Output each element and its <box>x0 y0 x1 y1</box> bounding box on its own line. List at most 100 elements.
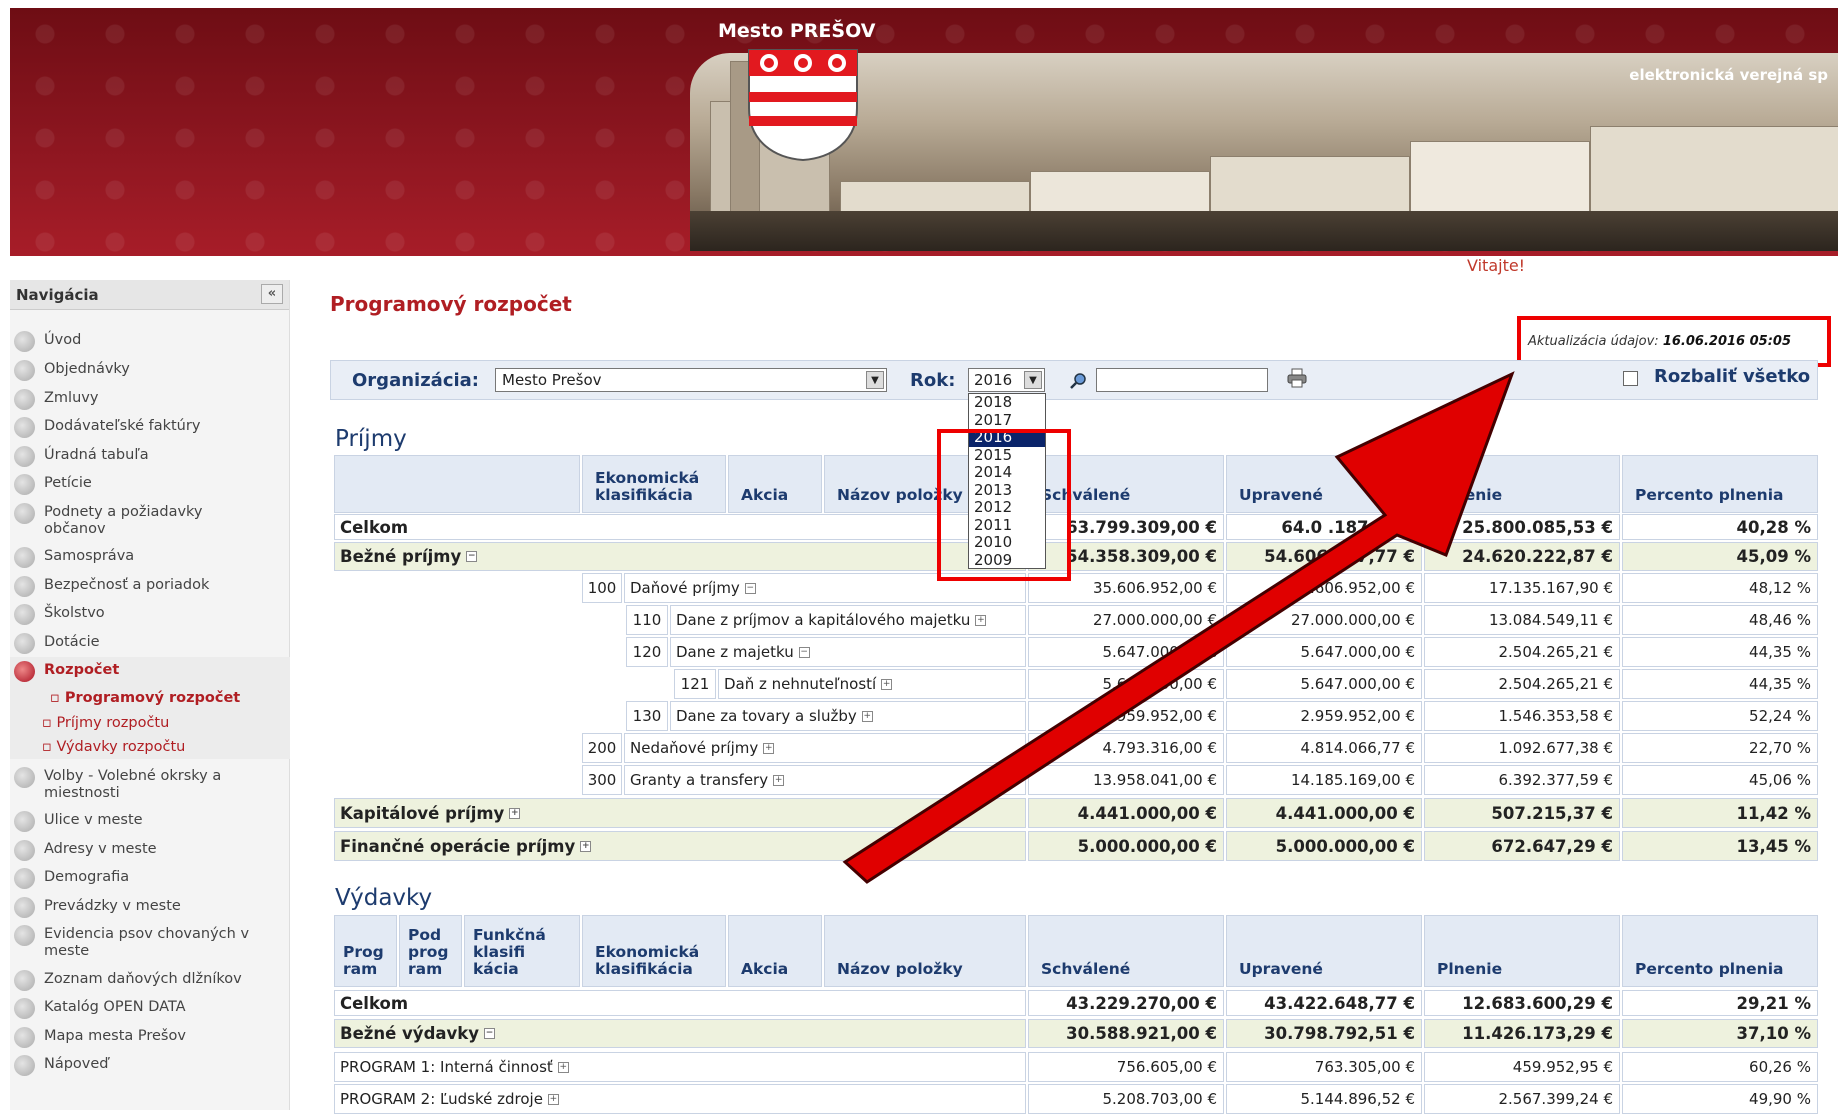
nav-heading: Navigácia « <box>10 280 289 310</box>
expand-icon[interactable]: + <box>773 774 785 786</box>
nav-item-rozpocet[interactable]: Rozpočet <box>14 661 119 682</box>
nav-item-danovi-dlznici[interactable]: Zoznam daňových dlžníkov <box>14 970 242 991</box>
nav-item-open-data[interactable]: Katalóg OPEN DATA <box>14 998 186 1019</box>
row-name: Granty a transfery <box>630 771 769 789</box>
row-name: Bežné príjmy <box>340 547 462 566</box>
bullet-icon <box>14 840 35 861</box>
expand-icon[interactable]: + <box>975 614 987 626</box>
search-icon[interactable] <box>1069 372 1087 390</box>
nav-item-dotacie[interactable]: Dotácie <box>14 633 100 654</box>
expand-icon[interactable]: + <box>509 807 521 819</box>
nav-label: Katalóg OPEN DATA <box>44 999 186 1015</box>
search-input[interactable] <box>1096 368 1268 392</box>
income-row-label[interactable]: Granty a transfery + <box>624 765 1026 795</box>
exp-row-label[interactable]: Bežné výdavky − <box>334 1019 1026 1048</box>
nav-item-skolstvo[interactable]: Školstvo <box>14 604 105 625</box>
nav-item-demografia[interactable]: Demografia <box>14 868 130 889</box>
income-row-label[interactable]: Dane z príjmov a kapitálového majetku + <box>670 605 1026 635</box>
exp-row-label[interactable]: PROGRAM 1: Interná činnosť + <box>334 1052 1026 1082</box>
income-header-akcia: Akcia <box>728 455 822 513</box>
income-percento: 45,09 % <box>1622 542 1818 571</box>
income-row-label[interactable]: Finančné operácie príjmy + <box>334 831 1026 861</box>
page-title: Programový rozpočet <box>330 292 572 316</box>
bullet-icon <box>14 897 35 918</box>
expand-all-checkbox[interactable] <box>1623 371 1638 386</box>
bullet-icon <box>14 1055 35 1076</box>
nav-item-samosprava[interactable]: Samospráva <box>14 547 134 568</box>
portal-tagline: elektronická verejná sp <box>1629 66 1828 84</box>
exp-plnenie: 459.952,95 € <box>1424 1052 1620 1082</box>
income-row-label[interactable]: Dane za tovary a služby + <box>670 701 1026 731</box>
nav-item-mapa[interactable]: Mapa mesta Prešov <box>14 1027 186 1048</box>
nav-item-uvod[interactable]: Úvod <box>14 331 81 352</box>
expand-icon[interactable]: + <box>557 1061 569 1073</box>
expand-icon[interactable]: + <box>881 678 893 690</box>
nav-item-ulice[interactable]: Ulice v meste <box>14 811 143 832</box>
nav-label: Demografia <box>44 869 130 885</box>
expand-icon[interactable]: + <box>763 742 775 754</box>
row-name: Daňové príjmy <box>630 579 740 597</box>
collapse-icon[interactable]: − <box>798 646 810 658</box>
nav-label: Volby - Volebné okrsky a miestnosti <box>44 768 222 801</box>
bullet-icon <box>14 633 35 654</box>
nav-item-objednavky[interactable]: Objednávky <box>14 360 130 381</box>
income-code: 130 <box>626 701 668 731</box>
exp-plnenie: 11.426.173,29 € <box>1424 1019 1620 1048</box>
chevron-down-icon: ▼ <box>866 371 884 389</box>
nav-item-napoved[interactable]: Nápoveď <box>14 1055 109 1076</box>
collapse-icon[interactable]: − <box>484 1028 495 1039</box>
nav-label: Zmluvy <box>44 390 99 406</box>
collapse-icon[interactable]: − <box>744 582 756 594</box>
expand-icon[interactable]: + <box>861 710 873 722</box>
nav-item-adresy[interactable]: Adresy v meste <box>14 840 157 861</box>
income-upravene: 35.606.952,00 € <box>1226 573 1422 603</box>
city-crest-icon <box>748 49 858 162</box>
income-row-label[interactable]: Dane z majetku − <box>670 637 1026 667</box>
income-upravene: 4.441.000,00 € <box>1226 798 1422 828</box>
nav-item-uradna-tabula[interactable]: Úradná tabuľa <box>14 446 149 467</box>
nav-item-bezpecnost[interactable]: Bezpečnosť a poriadok <box>14 576 210 597</box>
income-percento: 44,35 % <box>1622 637 1818 667</box>
expand-all-label[interactable]: Rozbaliť všetko <box>1654 366 1810 387</box>
year-select[interactable]: 2016 ▼ <box>968 368 1045 392</box>
exp-header-upravene: Upravené <box>1226 915 1422 987</box>
subnav-prijmy[interactable]: ▫ Príjmy rozpočtu <box>42 715 169 731</box>
income-row-label[interactable]: Kapitálové príjmy + <box>334 798 1026 828</box>
nav-item-podnety[interactable]: Podnety a požiadavky občanov <box>14 503 264 538</box>
exp-percento: 29,21 % <box>1622 990 1818 1016</box>
bullet-icon <box>14 576 35 597</box>
nav-label: Bezpečnosť a poriadok <box>44 577 210 593</box>
row-name: Dane za tovary a služby <box>676 707 857 725</box>
nav-item-zmluvy[interactable]: Zmluvy <box>14 389 99 410</box>
nav-label: Petície <box>44 475 92 491</box>
nav-item-volby[interactable]: Volby - Volebné okrsky a miestnosti <box>14 767 264 802</box>
income-plnenie: 1.546.353,58 € <box>1424 701 1620 731</box>
income-plnenie: 17.135.167,90 € <box>1424 573 1620 603</box>
expand-icon[interactable]: + <box>547 1093 559 1105</box>
nav-item-peticie[interactable]: Petície <box>14 474 92 495</box>
exp-schvalene: 30.588.921,00 € <box>1028 1019 1224 1048</box>
income-schvalene: 13.958.041,00 € <box>1028 765 1224 795</box>
subnav-programovy-rozpocet[interactable]: ▫ Programový rozpočet <box>50 690 240 706</box>
exp-upravene: 30.798.792,51 € <box>1226 1019 1422 1048</box>
year-option[interactable]: 2017 <box>969 411 1045 430</box>
income-row-label[interactable]: Bežné príjmy − <box>334 542 1026 571</box>
year-option[interactable]: 2018 <box>969 393 1045 412</box>
income-row-label[interactable]: Nedaňové príjmy + <box>624 733 1026 763</box>
nav-item-evidencia-psov[interactable]: Evidencia psov chovaných v meste <box>14 925 274 960</box>
bullet-icon <box>14 998 35 1019</box>
nav-item-faktury[interactable]: Dodávateľské faktúry <box>14 417 200 438</box>
print-icon[interactable] <box>1286 367 1308 389</box>
nav-title: Navigácia <box>16 286 99 304</box>
collapse-icon[interactable]: − <box>466 551 478 562</box>
subnav-vydavky[interactable]: ▫ Výdavky rozpočtu <box>42 739 185 755</box>
bullet-icon <box>14 811 35 832</box>
bullet-icon <box>14 446 35 467</box>
organization-select[interactable]: Mesto Prešov ▼ <box>495 368 887 392</box>
exp-upravene: 43.422.648,77 € <box>1226 990 1422 1016</box>
nav-item-prevadzky[interactable]: Prevádzky v meste <box>14 897 181 918</box>
income-row-label[interactable]: Daň z nehnuteľností + <box>718 669 1026 699</box>
collapse-nav-button[interactable]: « <box>261 284 283 304</box>
nav-label: Ulice v meste <box>44 812 143 828</box>
expand-icon[interactable]: + <box>580 840 592 852</box>
